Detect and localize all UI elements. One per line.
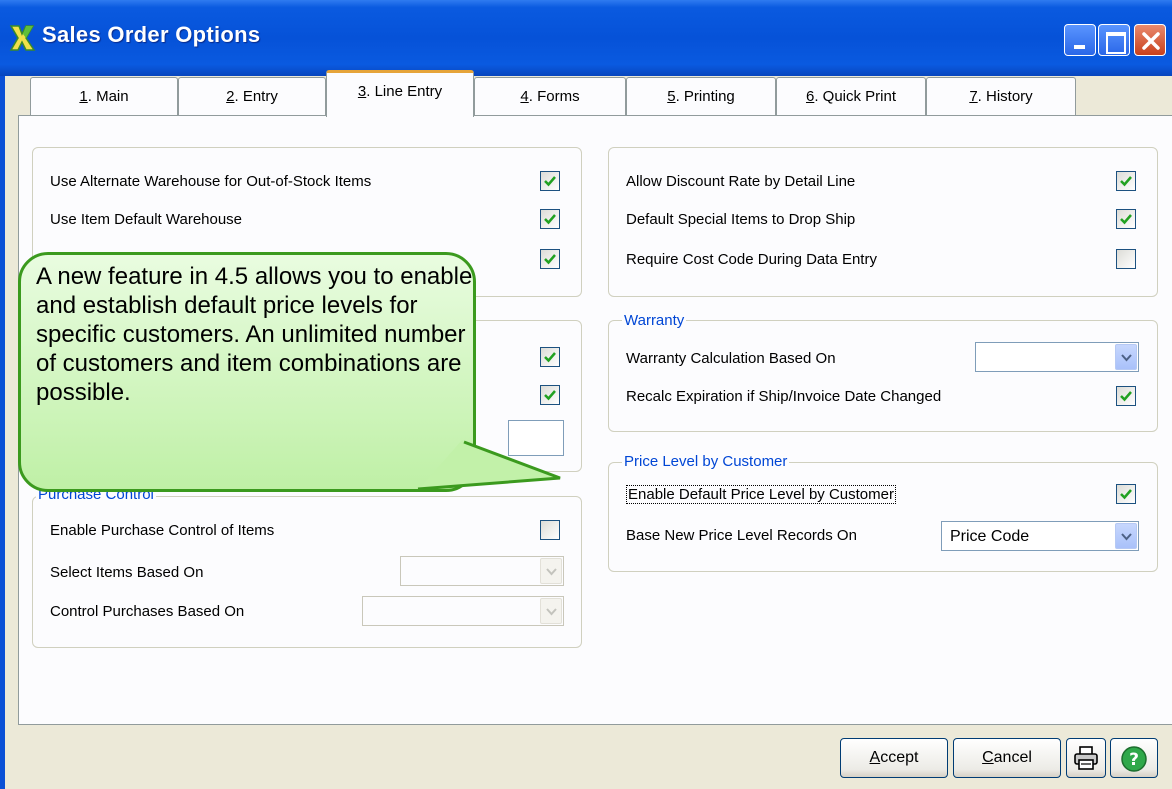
callout-text: A new feature in 4.5 allows you to enabl…: [36, 263, 473, 406]
